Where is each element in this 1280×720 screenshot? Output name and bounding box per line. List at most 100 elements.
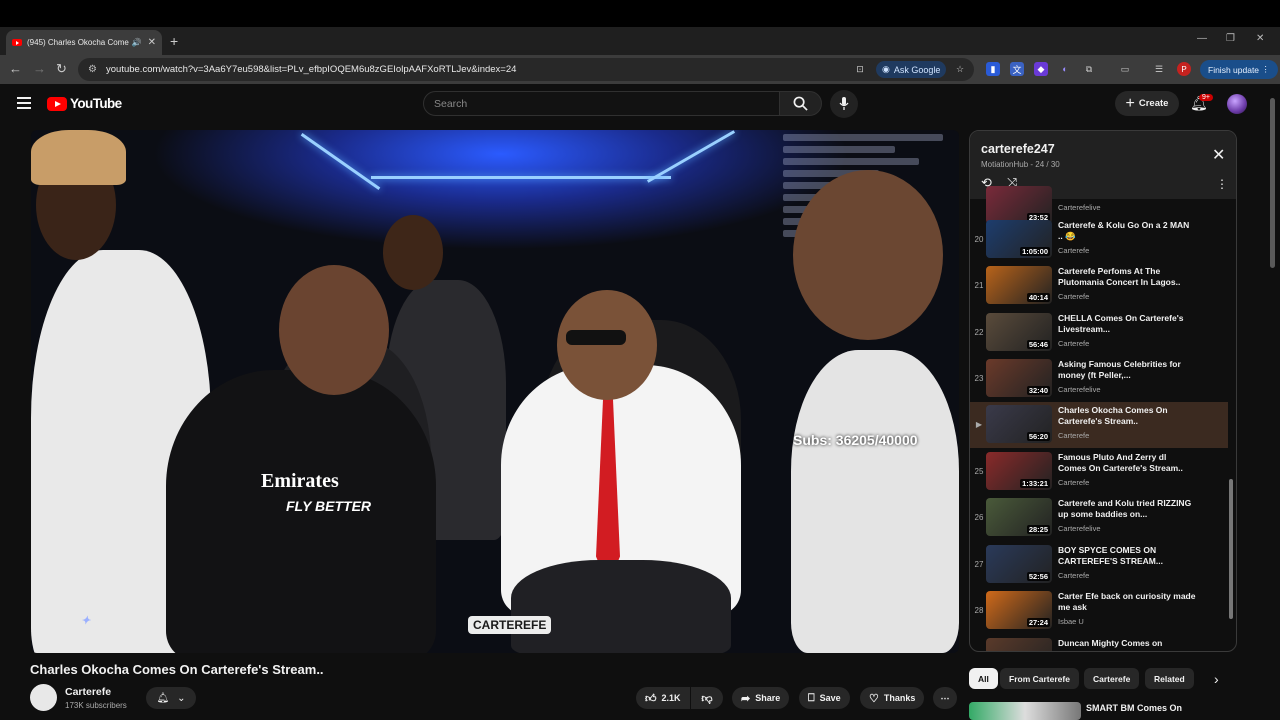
dislike-button[interactable]: 👎︎ bbox=[691, 687, 723, 709]
playlist-item[interactable]: 28 27:24 Carter Efe back on curiosity made… bbox=[970, 588, 1228, 634]
chip-related[interactable]: Related bbox=[1145, 668, 1194, 689]
forward-icon[interactable]: → bbox=[33, 61, 46, 76]
menu-icon[interactable] bbox=[17, 97, 31, 112]
person-center-head bbox=[557, 290, 657, 400]
extension-shield-icon[interactable]: ◆ bbox=[1034, 62, 1048, 76]
reading-list-icon[interactable]: ☰ bbox=[1152, 62, 1166, 76]
channel-name[interactable]: Carterefe bbox=[65, 686, 111, 698]
playlist-item-title[interactable]: Carterefe and Kolu tried RIZZING up some… bbox=[1058, 498, 1196, 520]
subscribed-notification-button[interactable]: 🔔︎ ⌄ bbox=[146, 687, 196, 709]
minimize-icon[interactable]: — bbox=[1197, 33, 1207, 44]
create-button[interactable]: + Create bbox=[1115, 91, 1179, 116]
chip-carterefe[interactable]: Carterefe bbox=[1084, 668, 1140, 689]
playlist-item-thumbnail[interactable]: 56:20 bbox=[986, 405, 1052, 443]
youtube-logo[interactable]: YouTube bbox=[47, 96, 122, 111]
chip-all[interactable]: All bbox=[969, 668, 998, 689]
window-titlebar bbox=[0, 0, 1280, 27]
playlist-item-title[interactable]: Famous Pluto And Zerry dl Comes On Carte… bbox=[1058, 452, 1196, 474]
playlist-item[interactable]: Duncan Mighty Comes on bbox=[970, 635, 1228, 651]
finish-update-label: Finish update bbox=[1208, 64, 1260, 75]
trousers bbox=[511, 560, 731, 653]
reload-icon[interactable]: ↻ bbox=[56, 61, 67, 77]
back-icon[interactable]: ← bbox=[9, 61, 22, 76]
audio-playing-icon[interactable]: 🔊 bbox=[132, 38, 142, 47]
person-arsenal-head bbox=[279, 265, 389, 395]
bookmark-star-icon[interactable]: ☆ bbox=[953, 62, 967, 76]
thanks-label: Thanks bbox=[883, 693, 916, 703]
install-app-icon[interactable]: ⊡ bbox=[853, 62, 867, 76]
search-button[interactable] bbox=[779, 91, 822, 116]
playlist-item-duration: 56:46 bbox=[1026, 340, 1050, 349]
playlist-item[interactable]: 22 56:46 CHELLA Comes On Carterefe's Lives… bbox=[970, 310, 1228, 356]
playlist-item-title[interactable]: Asking Famous Celebrities for money (ft … bbox=[1058, 359, 1196, 381]
more-actions-button[interactable]: ⋯ bbox=[933, 687, 957, 709]
next-video-title[interactable]: SMART BM Comes On bbox=[1086, 703, 1182, 713]
thanks-button[interactable]: ♡ Thanks bbox=[860, 687, 925, 709]
playlist-item-title[interactable]: Carter Efe back on curiosity made me ask bbox=[1058, 591, 1196, 613]
playlist-item[interactable]: 25 1:33:21 Famous Pluto And Zerry dl Comes… bbox=[970, 449, 1228, 495]
channel-avatar[interactable] bbox=[30, 684, 57, 711]
extension-translate-icon[interactable]: 文 bbox=[1010, 62, 1024, 76]
playlist-item[interactable]: ▶ 56:20 Charles Okocha Comes On Carterefe'… bbox=[970, 402, 1228, 448]
playlist-item-thumbnail[interactable]: 28:25 bbox=[986, 498, 1052, 536]
neon-strip-center bbox=[371, 176, 671, 179]
bookmark-icon: ⎕ bbox=[808, 691, 815, 704]
cast-icon[interactable]: ▭ bbox=[1118, 62, 1132, 76]
next-video-thumbnail[interactable] bbox=[969, 702, 1081, 720]
like-button[interactable]: 👍︎ 2.1K bbox=[636, 687, 690, 709]
playlist-item-channel: Carterefe bbox=[1058, 246, 1090, 255]
playlist-item-index: ▶ bbox=[975, 420, 983, 429]
url-text: youtube.com/watch?v=3Aa6Y7eu598&list=PLv… bbox=[106, 64, 517, 75]
extension-1-icon[interactable]: ▮ bbox=[986, 62, 1000, 76]
stage-light bbox=[151, 130, 851, 250]
extensions-puzzle-icon[interactable]: ⧉ bbox=[1082, 62, 1096, 76]
close-playlist-icon[interactable]: ✕ bbox=[1212, 145, 1225, 165]
extension-4-icon[interactable]: ◐ bbox=[1058, 62, 1072, 76]
new-tab-icon[interactable]: + bbox=[170, 33, 178, 49]
playlist-item-thumbnail[interactable] bbox=[986, 638, 1052, 651]
playlist-item[interactable]: 20 1:05:00 Carterefe & Kolu Go On a 2 MAN … bbox=[970, 217, 1228, 263]
playlist-item-thumbnail[interactable]: 32:40 bbox=[986, 359, 1052, 397]
page-scrollbar[interactable] bbox=[1270, 98, 1275, 268]
search-input[interactable]: Search bbox=[423, 91, 780, 116]
playlist-item-channel: Carterefe bbox=[1058, 571, 1090, 580]
playlist-item-title[interactable]: Charles Okocha Comes On Carterefe's Stre… bbox=[1058, 405, 1196, 427]
restore-icon[interactable]: ❐ bbox=[1226, 33, 1235, 44]
playlist-scroll-thumb[interactable] bbox=[1229, 479, 1233, 619]
playlist-item[interactable]: 21 40:14 Carterefe Perfoms At The Plutoman… bbox=[970, 263, 1228, 309]
playlist-item-title[interactable]: CHELLA Comes On Carterefe's Livestream..… bbox=[1058, 313, 1196, 335]
playlist-item-title[interactable]: Duncan Mighty Comes on bbox=[1058, 638, 1196, 649]
tab-close-icon[interactable]: ✕ bbox=[148, 37, 156, 48]
browser-tab[interactable]: (945) Charles Okocha Come 🔊 ✕ bbox=[6, 30, 162, 55]
playlist-item-title[interactable]: Carterefe & Kolu Go On a 2 MAN .. 😂 bbox=[1058, 220, 1196, 242]
playlist-item-title[interactable]: Carterefe Perfoms At The Plutomania Conc… bbox=[1058, 266, 1196, 288]
playlist-item[interactable]: 27 52:56 BOY SPYCE COMES ON CARTEREFE'S ST… bbox=[970, 542, 1228, 588]
playlist-item-title[interactable]: BOY SPYCE COMES ON CARTEREFE'S STREAM... bbox=[1058, 545, 1196, 567]
video-player[interactable]: Emirates FLY BETTER Subs: 36205/40000 CA… bbox=[31, 130, 959, 653]
playlist-title[interactable]: carterefe247 bbox=[981, 142, 1055, 156]
finish-update-button[interactable]: Finish update ⋮ bbox=[1200, 60, 1278, 79]
site-info-icon[interactable]: ⚙ bbox=[88, 64, 100, 75]
account-avatar[interactable] bbox=[1227, 94, 1247, 114]
playlist-item-thumbnail[interactable]: 27:24 bbox=[986, 591, 1052, 629]
chip-from-carterefe[interactable]: From Carterefe bbox=[1000, 668, 1079, 689]
playlist-item-thumbnail[interactable]: 1:05:00 bbox=[986, 220, 1052, 258]
voice-search-button[interactable] bbox=[830, 90, 858, 118]
ask-google-button[interactable]: ◉ Ask Google bbox=[876, 61, 947, 78]
playlist-item-thumbnail[interactable]: 52:56 bbox=[986, 545, 1052, 583]
address-bar[interactable]: ⚙ youtube.com/watch?v=3Aa6Y7eu598&list=P… bbox=[78, 58, 974, 81]
playlist-item[interactable]: 23 32:40 Asking Famous Celebrities for mon… bbox=[970, 356, 1228, 402]
jersey-sponsor-text: Emirates bbox=[261, 470, 339, 492]
close-window-icon[interactable]: ✕ bbox=[1256, 33, 1264, 44]
save-button[interactable]: ⎕ Save bbox=[799, 687, 850, 709]
playlist-item-thumbnail[interactable]: 1:33:21 bbox=[986, 452, 1052, 490]
playlist-scrollbar[interactable] bbox=[1229, 199, 1233, 649]
hat bbox=[31, 130, 126, 185]
chevron-right-icon[interactable]: › bbox=[1214, 671, 1219, 687]
playlist-item-thumbnail[interactable]: 56:46 bbox=[986, 313, 1052, 351]
subs-counter-overlay: Subs: 36205/40000 bbox=[793, 432, 918, 448]
browser-profile-avatar[interactable]: P bbox=[1177, 62, 1191, 76]
playlist-item[interactable]: 26 28:25 Carterefe and Kolu tried RIZZING … bbox=[970, 495, 1228, 541]
playlist-item-thumbnail[interactable]: 40:14 bbox=[986, 266, 1052, 304]
share-button[interactable]: ➦ Share bbox=[732, 687, 790, 709]
